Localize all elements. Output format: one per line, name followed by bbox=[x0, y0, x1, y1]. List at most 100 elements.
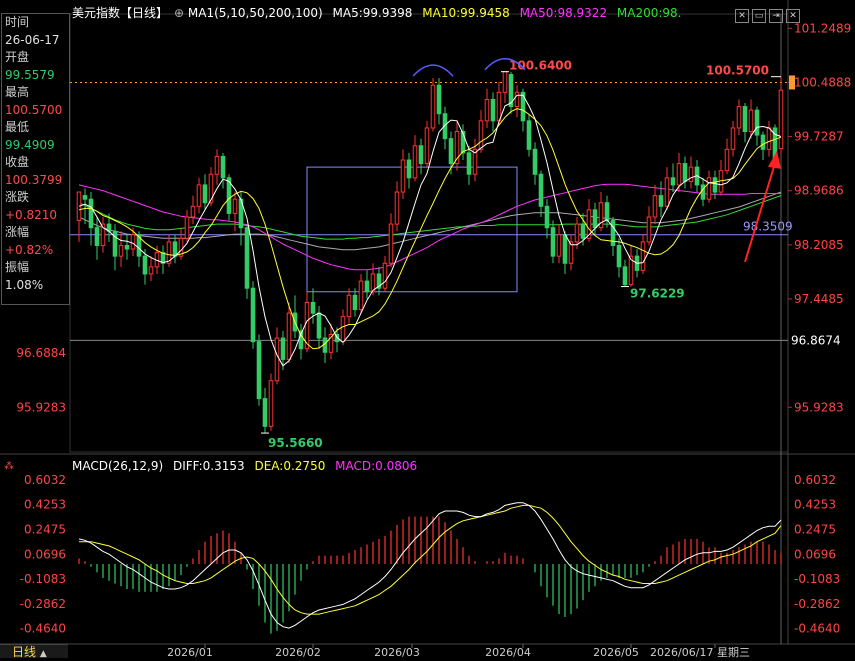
macd-y-tick-left-1: 0.4253 bbox=[24, 498, 66, 512]
x-tick-label-2: 2026/03 bbox=[374, 646, 420, 658]
target-icon[interactable]: ⊕ bbox=[174, 6, 184, 20]
macd-y-tick-left-4: -0.1083 bbox=[20, 572, 66, 586]
candle-body bbox=[646, 216, 652, 243]
candle-body bbox=[244, 227, 250, 289]
tab-icon[interactable]: ⇥ bbox=[769, 9, 783, 23]
candle-body bbox=[412, 145, 418, 179]
y-tick-label-0: 101.2489 bbox=[794, 21, 851, 35]
macd-y-tick-right-1: 0.4253 bbox=[794, 498, 836, 512]
candle-body bbox=[574, 223, 580, 243]
ma200-line bbox=[78, 195, 782, 240]
candle-body bbox=[172, 241, 178, 257]
candle-body bbox=[124, 244, 130, 250]
candle-body bbox=[580, 223, 586, 239]
candle-body bbox=[754, 109, 760, 136]
candle-body bbox=[394, 191, 400, 225]
candle-body bbox=[550, 227, 556, 257]
macd-label: MACD(26,12,9) bbox=[72, 459, 164, 473]
candle-body bbox=[310, 301, 316, 314]
period-tab-label: 日线 bbox=[12, 645, 37, 659]
candle-body bbox=[676, 163, 682, 186]
candle-body bbox=[448, 138, 454, 165]
x-tick-label-1: 2026/02 bbox=[275, 646, 321, 658]
period-tab-daily[interactable]: 日线 ▲ bbox=[0, 644, 68, 659]
info-value-1: 99.5579 bbox=[5, 67, 55, 82]
candle-body bbox=[496, 91, 502, 122]
info-label-3: 最低 bbox=[5, 120, 30, 134]
candle-body bbox=[286, 312, 292, 360]
candle-body bbox=[760, 134, 766, 150]
ma10-line bbox=[78, 108, 782, 350]
info-value-5: +0.8210 bbox=[5, 207, 58, 222]
chart-canvas: 101.2489 100.4888 99.7287 98.9686 98.2085 97.… bbox=[0, 0, 855, 658]
candle-body bbox=[340, 316, 346, 343]
close-icon[interactable]: ✕ bbox=[786, 9, 800, 23]
candle-body bbox=[262, 398, 268, 427]
ma50-line bbox=[78, 183, 781, 271]
candle-body bbox=[502, 71, 508, 93]
double-top-arc-1 bbox=[412, 64, 454, 77]
macd-dea-value: DEA:0.2750 bbox=[254, 459, 326, 473]
info-value-2: 100.5700 bbox=[5, 102, 63, 117]
candle-body bbox=[88, 198, 94, 229]
candle-body bbox=[748, 109, 754, 133]
candle-body bbox=[220, 155, 226, 179]
candle-body bbox=[640, 241, 646, 271]
y-tick-label-6: 95.9283 bbox=[794, 400, 844, 414]
macd-y-tick-right-5: -0.2862 bbox=[794, 597, 840, 611]
macd-y-tick-left-5: -0.2862 bbox=[20, 597, 66, 611]
candle-body bbox=[256, 341, 262, 400]
level-label: 98.3509 bbox=[743, 220, 793, 234]
candle-body bbox=[202, 184, 208, 204]
candle-body bbox=[652, 195, 658, 218]
candle-body bbox=[382, 262, 388, 289]
candle-body bbox=[196, 184, 202, 207]
macd-settings-icon: ⁂ bbox=[4, 460, 14, 472]
ma5-value: MA5:99.9398 bbox=[332, 6, 413, 20]
candle-body bbox=[232, 198, 238, 214]
high-2-label: 100.5700 bbox=[706, 64, 769, 78]
candle-body bbox=[274, 337, 280, 382]
red-arrow-shaft bbox=[744, 156, 778, 263]
info-label-5: 涨跌 bbox=[5, 190, 30, 204]
current-price-tag bbox=[789, 75, 795, 90]
collapse-icon[interactable]: ✕ bbox=[735, 9, 749, 23]
info-label-4: 收盘 bbox=[5, 155, 30, 169]
macd-y-tick-right-6: -0.4640 bbox=[794, 622, 840, 636]
candle-body bbox=[688, 166, 694, 182]
ma50-value: MA50:98.9322 bbox=[519, 6, 608, 20]
macd-y-tick-left-0: 0.6032 bbox=[24, 473, 66, 487]
y-tick-label-5: 97.4485 bbox=[794, 292, 844, 306]
macd-y-tick-right-3: 0.0696 bbox=[794, 547, 836, 561]
y-tick-label-3: 98.9686 bbox=[794, 184, 844, 198]
candle-body bbox=[268, 380, 274, 427]
candle-body bbox=[532, 148, 538, 175]
candle-body bbox=[82, 195, 88, 200]
macd-macd-value: MACD:0.0806 bbox=[335, 459, 418, 473]
candle-body bbox=[730, 127, 736, 150]
low-1-label: 95.5660 bbox=[268, 436, 323, 450]
candle-body bbox=[622, 266, 628, 286]
macd-diff-value: DIFF:0.3153 bbox=[172, 459, 245, 473]
candle-body bbox=[766, 127, 772, 150]
x-tick-label-4: 2026/05 bbox=[593, 646, 639, 658]
candle-body bbox=[478, 120, 484, 150]
x-tick-label-0: 2026/01 bbox=[167, 646, 213, 658]
candle-body bbox=[712, 177, 718, 193]
y-tick-label-2: 99.7287 bbox=[794, 130, 844, 144]
macd-header: MACD(26,12,9) DIFF:0.3153 DEA:0.2750 MAC… bbox=[72, 459, 423, 473]
minimize-icon[interactable]: ▭ bbox=[752, 9, 766, 23]
candle-body bbox=[352, 294, 358, 311]
info-value-4: 100.3799 bbox=[5, 172, 63, 187]
candle-body bbox=[346, 294, 352, 318]
candle-body bbox=[664, 177, 670, 207]
info-label-7: 振幅 bbox=[5, 260, 30, 274]
macd-y-tick-left-2: 0.2475 bbox=[24, 522, 66, 536]
info-label-0: 时间 bbox=[5, 15, 30, 29]
info-label-1: 开盘 bbox=[5, 50, 30, 64]
macd-y-tick-right-4: -0.1083 bbox=[794, 572, 840, 586]
macd-dea-line bbox=[79, 504, 782, 615]
ma10-value: MA10:99.9458 bbox=[422, 6, 510, 20]
candle-body bbox=[658, 195, 664, 207]
info-value-7: 1.08% bbox=[5, 277, 44, 292]
